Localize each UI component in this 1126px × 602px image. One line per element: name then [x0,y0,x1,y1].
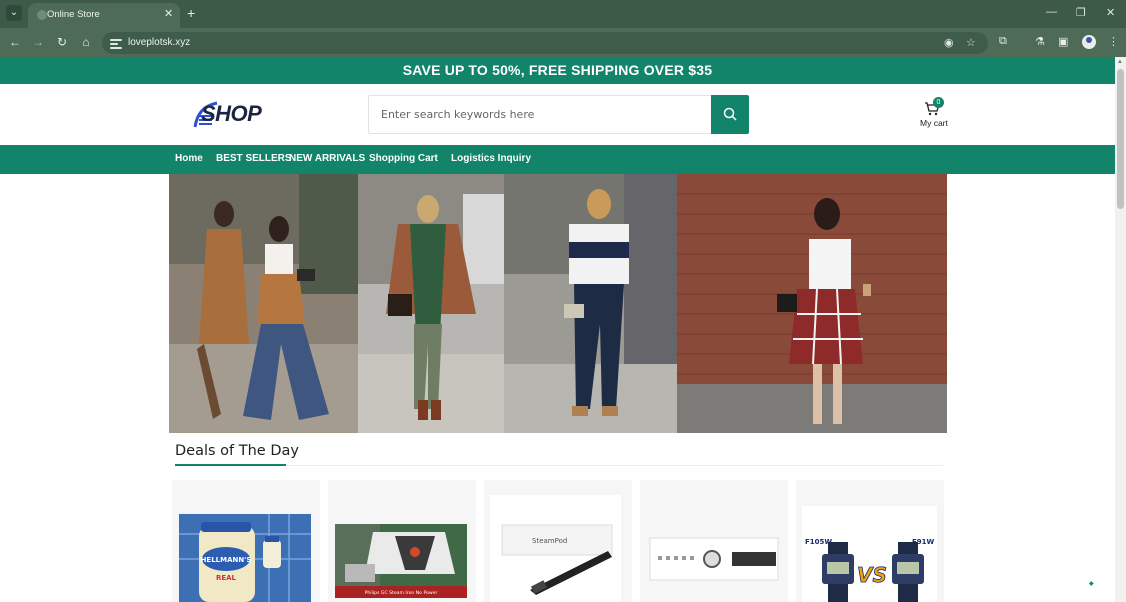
product-image: HELLMANN'S REAL [179,514,311,602]
nav-item-best-sellers[interactable]: BEST SELLERS [216,153,292,164]
close-window-icon[interactable]: ✕ [1106,6,1115,19]
home-icon[interactable]: ⌂ [79,35,93,49]
puzzle-icon[interactable]: ⧉ [999,35,1007,48]
promo-banner: SAVE UP TO 50%, FREE SHIPPING OVER $35 [0,57,1115,84]
browser-toolbar: ← → ↻ ⌂ loveplotsk.xyz ◉ ☆ ⧉ ⚗ ▣ ⋮ [0,28,1126,57]
scroll-up-arrow-icon[interactable]: ▲ [1117,59,1123,65]
product-image [646,514,781,602]
nav-item-new-arrivals[interactable]: NEW ARRIVALS [289,153,365,164]
product-card[interactable]: Philips GC Steam Iron No Power [328,480,476,602]
chevron-down-icon[interactable]: ⌄ [6,5,22,21]
product-image-label: HELLMANN'S [201,556,252,564]
arrow-left-icon[interactable]: ← [8,35,22,49]
side-panel-icon[interactable]: ▣ [1058,35,1068,48]
product-image-sublabel: REAL [216,574,237,582]
cart-label: My cart [920,118,948,128]
hero-photo-4 [677,174,947,433]
product-image-label: Philips GC Steam Iron No Power [365,590,438,596]
hero-photo-3 [504,174,677,433]
page-scrollbar[interactable]: ▲ [1115,57,1126,602]
logo-text: SHOP [201,101,262,126]
page-viewport: SAVE UP TO 50%, FREE SHIPPING OVER $35 S… [0,57,1126,602]
search-button[interactable] [711,95,749,134]
profile-icon[interactable] [1082,35,1096,49]
address-bar[interactable]: loveplotsk.xyz ◉ ☆ [102,32,988,54]
cart-link[interactable]: 0 My cart [916,96,952,132]
product-image-label: SteamPod [532,537,567,545]
tab-title: Online Store [47,9,100,20]
restore-icon[interactable]: ❐ [1076,6,1086,19]
browser-tab-bar: ⌄ Online Store ✕ + — ❐ ✕ [0,0,1126,28]
eye-off-icon[interactable]: ◉ [944,36,954,49]
favicon-icon [37,10,47,20]
hero-banner[interactable] [169,174,947,433]
section-title-underline [175,464,286,466]
more-vert-icon[interactable]: ⋮ [1108,35,1119,48]
deals-section-title: Deals of The Day [175,443,299,459]
close-icon[interactable]: ✕ [164,7,173,20]
nav-item-shopping-cart[interactable]: Shopping Cart [369,153,438,164]
address-url[interactable]: loveplotsk.xyz [128,37,190,48]
plus-icon[interactable]: + [187,5,195,21]
flask-icon[interactable]: ⚗ [1035,35,1045,48]
product-card[interactable]: SteamPod [484,480,632,602]
main-nav: Home BEST SELLERS NEW ARRIVALS Shopping … [0,145,1115,174]
cart-count-badge: 0 [933,97,944,108]
search-icon [723,107,737,121]
product-card[interactable]: HELLMANN'S REAL [172,480,320,602]
site-logo[interactable]: SHOP [193,98,263,130]
product-image: F105W F91W VS [802,506,937,602]
product-image-vs-label: VS [857,563,887,587]
search-input[interactable] [369,96,711,133]
arrow-right-icon[interactable]: → [31,35,45,49]
browser-tab[interactable]: Online Store ✕ [28,3,180,28]
product-image: SteamPod [490,495,621,602]
product-card[interactable] [640,480,788,602]
product-image: Philips GC Steam Iron No Power [335,524,467,598]
reload-icon[interactable]: ↻ [55,35,69,49]
nav-item-logistics-inquiry[interactable]: Logistics Inquiry [451,153,531,164]
minimize-icon[interactable]: — [1046,6,1057,18]
search-box [368,95,712,134]
product-card[interactable]: F105W F91W VS [796,480,944,602]
nav-item-home[interactable]: Home [175,153,203,164]
scrollbar-thumb[interactable] [1117,69,1124,209]
site-header: SHOP 0 My cart [0,84,1115,145]
site-info-icon[interactable] [110,37,122,49]
hero-photo-2 [358,174,504,433]
star-icon[interactable]: ☆ [966,36,976,49]
hero-photo-1 [169,174,358,433]
chat-widget-icon[interactable]: ◆ [1089,580,1094,587]
section-divider [175,465,943,466]
